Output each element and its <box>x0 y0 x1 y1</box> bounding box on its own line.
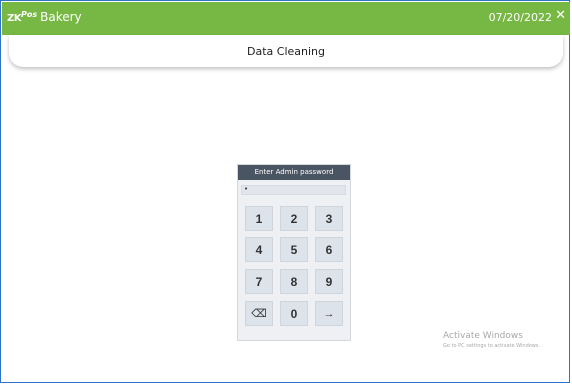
logo-pos: Pos <box>21 10 38 19</box>
activation-watermark: Activate Windows Go to PC settings to ac… <box>443 331 540 349</box>
logo-zk: ZK <box>7 13 22 24</box>
key-3[interactable]: 3 <box>315 206 343 231</box>
password-field[interactable]: • <box>241 185 346 195</box>
app-logo: ZKPos Bakery <box>7 10 82 24</box>
enter-arrow-icon[interactable]: → <box>315 301 343 326</box>
key-9[interactable]: 9 <box>315 269 343 294</box>
key-1[interactable]: 1 <box>245 206 273 231</box>
key-8[interactable]: 8 <box>280 269 308 294</box>
keypad-header: Enter Admin password <box>238 165 350 180</box>
top-bar: ZKPos Bakery 07/20/2022 ✕ <box>2 2 570 35</box>
watermark-title: Activate Windows <box>443 331 523 341</box>
admin-password-keypad: Enter Admin password • 1 2 3 4 5 6 7 8 9… <box>237 164 351 341</box>
backspace-icon[interactable]: ⌫ <box>245 301 273 326</box>
key-6[interactable]: 6 <box>315 237 343 262</box>
key-7[interactable]: 7 <box>245 269 273 294</box>
page-title: Data Cleaning <box>247 45 325 58</box>
app-window: ZKPos Bakery 07/20/2022 ✕ Data Cleaning E… <box>0 0 570 383</box>
key-4[interactable]: 4 <box>245 237 273 262</box>
key-0[interactable]: 0 <box>280 301 308 326</box>
current-date: 07/20/2022 <box>488 11 552 24</box>
close-icon[interactable]: ✕ <box>555 8 566 24</box>
key-5[interactable]: 5 <box>280 237 308 262</box>
watermark-subtitle: Go to PC settings to activate Windows. <box>443 343 541 349</box>
key-2[interactable]: 2 <box>280 206 308 231</box>
page-title-bar: Data Cleaning <box>9 35 563 67</box>
app-name: Bakery <box>40 10 82 24</box>
